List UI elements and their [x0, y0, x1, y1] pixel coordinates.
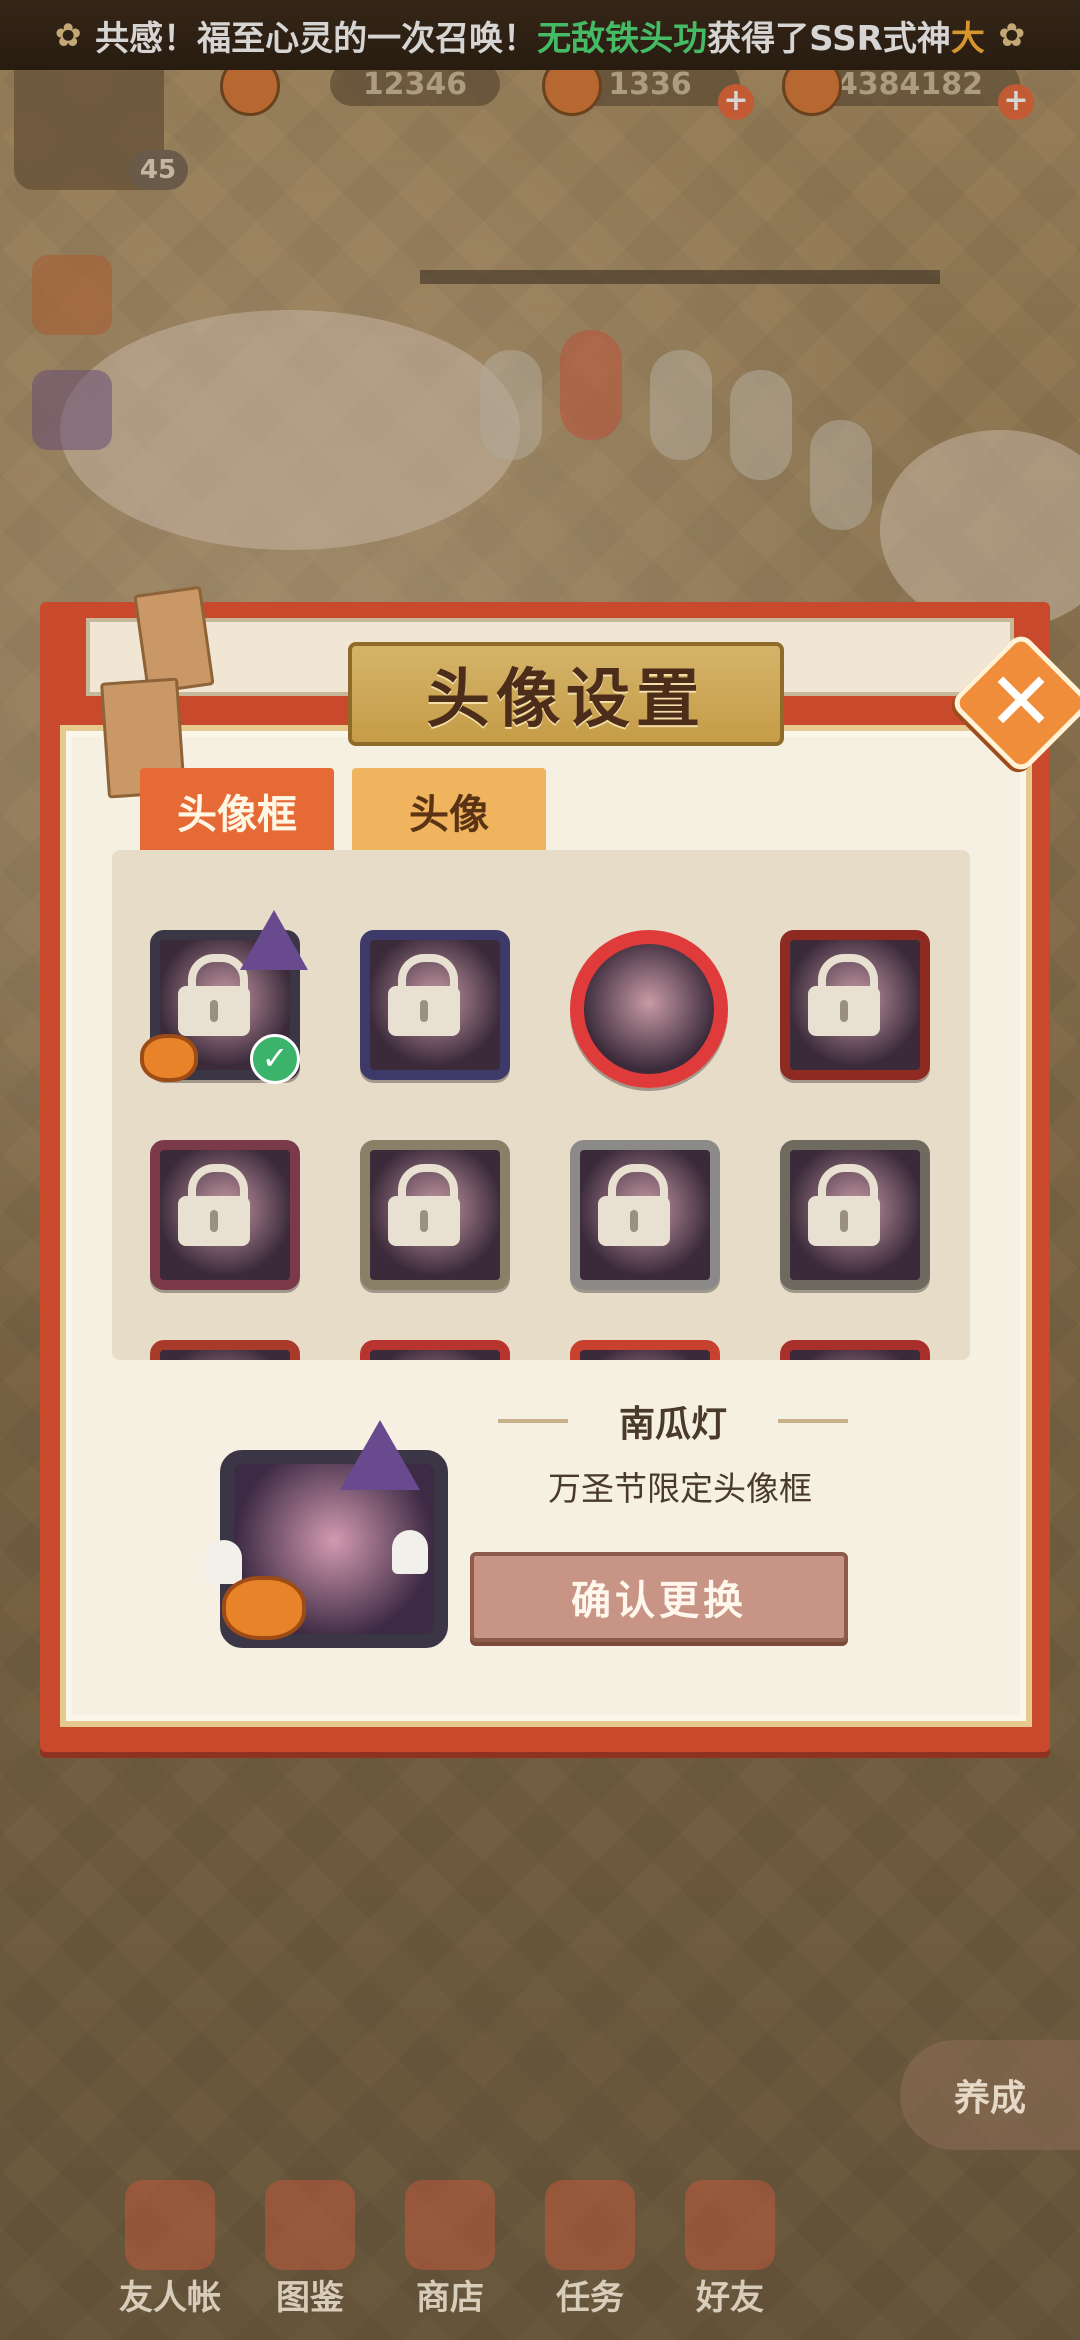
- selected-item-name: 南瓜灯: [498, 1395, 848, 1447]
- nav-item-collection[interactable]: 图鉴: [240, 2170, 380, 2320]
- witch-hat-icon: [340, 1420, 420, 1490]
- lock-icon: [804, 1164, 884, 1246]
- frame-item[interactable]: [340, 1120, 510, 1290]
- friends-icon: [685, 2180, 775, 2270]
- frame-preview: [780, 1340, 930, 1360]
- nav-label: 商店: [416, 2278, 484, 2318]
- eye-icon: [265, 2180, 355, 2270]
- ghost-icon: [392, 1530, 428, 1574]
- frame-item[interactable]: [550, 1320, 720, 1360]
- bottom-navigation: 友人帐 图鉴 商店 任务 好友: [100, 2170, 800, 2320]
- lock-icon: [384, 954, 464, 1036]
- ghost-icon: [206, 1540, 242, 1584]
- task-icon: [545, 2180, 635, 2270]
- frame-preview: [570, 1340, 720, 1360]
- pumpkin-icon: [222, 1576, 306, 1640]
- avatar-frame-grid[interactable]: ✓: [112, 850, 970, 1360]
- modal-title: 头像设置: [426, 663, 706, 737]
- nav-item-shop[interactable]: 商店: [380, 2170, 520, 2320]
- close-icon: ✕: [987, 655, 1055, 748]
- lock-icon: [804, 954, 884, 1036]
- frame-item[interactable]: [760, 1320, 930, 1360]
- frame-preview: [570, 930, 728, 1088]
- cultivate-button[interactable]: 养成: [900, 2040, 1080, 2150]
- frame-preview: [150, 1340, 300, 1360]
- book-icon: [125, 2180, 215, 2270]
- nav-item-friends[interactable]: 好友: [660, 2170, 800, 2320]
- frame-item[interactable]: [130, 1120, 300, 1290]
- nav-item-tasks[interactable]: 任务: [520, 2170, 660, 2320]
- selected-check-icon: ✓: [250, 1034, 300, 1084]
- frame-item[interactable]: [340, 910, 510, 1080]
- selected-item-description: 万圣节限定头像框: [548, 1469, 812, 1508]
- frame-preview: [360, 1340, 510, 1360]
- frame-item[interactable]: [550, 1120, 720, 1290]
- lock-icon: [174, 1164, 254, 1246]
- nav-label: 图鉴: [276, 2278, 344, 2318]
- cat-icon: [405, 2180, 495, 2270]
- tab-avatar[interactable]: 头像: [352, 768, 546, 854]
- frame-item-samurai[interactable]: [760, 910, 930, 1080]
- tab-avatar-frame[interactable]: 头像框: [140, 768, 334, 854]
- frame-item-pumpkin[interactable]: ✓: [130, 910, 308, 1084]
- lock-icon: [384, 1164, 464, 1246]
- nav-item-friend-book[interactable]: 友人帐: [100, 2170, 240, 2320]
- frame-item-daruma[interactable]: [550, 910, 728, 1088]
- nav-label: 友人帐: [119, 2278, 221, 2318]
- frame-item[interactable]: [340, 1320, 510, 1360]
- frame-item[interactable]: [130, 1320, 300, 1360]
- modal-title-plate: 头像设置: [348, 642, 784, 746]
- nav-label: 任务: [556, 2278, 624, 2318]
- lock-icon: [594, 1164, 674, 1246]
- frame-item[interactable]: [760, 1120, 930, 1290]
- confirm-change-button[interactable]: 确认更换: [470, 1552, 848, 1642]
- witch-hat-icon: [240, 910, 308, 970]
- pumpkin-icon: [140, 1034, 198, 1082]
- nav-label: 好友: [696, 2278, 764, 2318]
